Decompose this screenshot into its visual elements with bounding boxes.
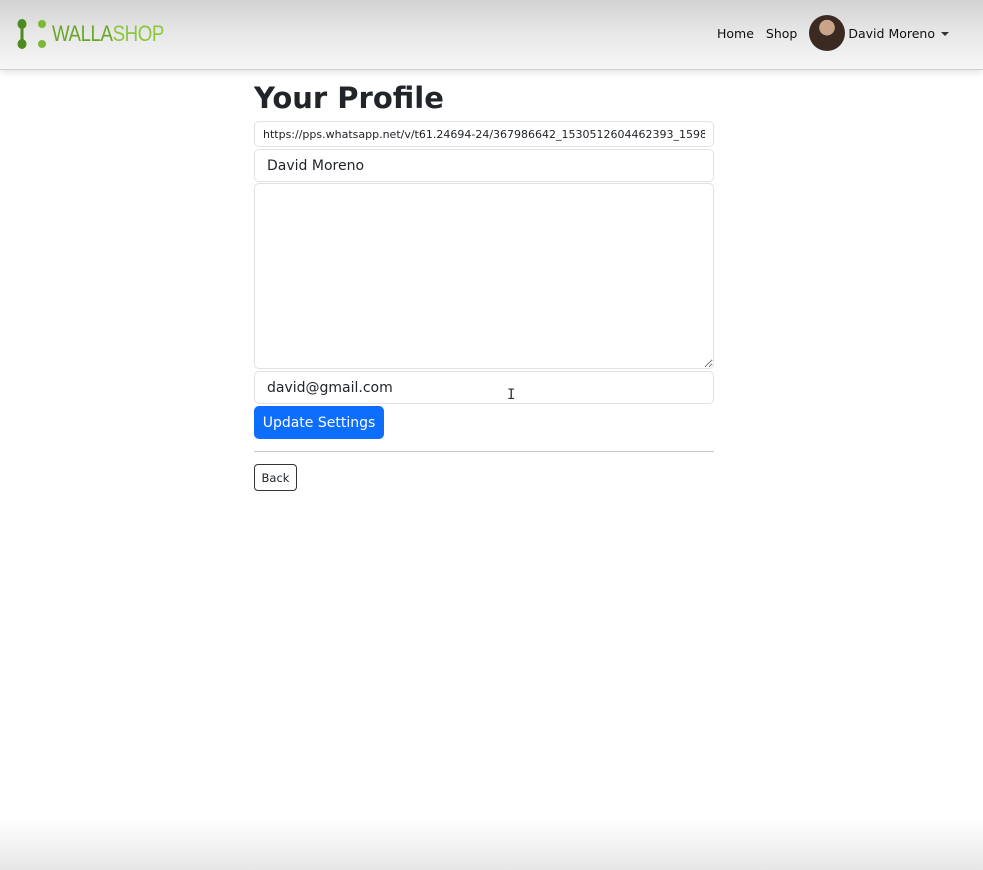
nav-link-shop[interactable]: Shop [766, 26, 797, 41]
user-avatar[interactable] [809, 15, 846, 51]
nav-link-home[interactable]: Home [717, 26, 754, 41]
name-input[interactable] [254, 149, 714, 182]
wallashop-logo-icon [17, 19, 46, 49]
brand-logo[interactable]: WALLASHOP [14, 16, 184, 52]
back-button[interactable]: Back [254, 464, 297, 491]
caret-down-icon [941, 32, 949, 36]
page-title: Your Profile [254, 81, 444, 115]
brand-name-part2: SHOP [112, 21, 165, 46]
user-menu-toggle[interactable]: David Moreno [848, 26, 949, 41]
profile-image-url-input[interactable] [254, 121, 714, 147]
profile-form-container: Your Profile Update Settings Back [254, 80, 714, 491]
email-input[interactable] [254, 371, 714, 404]
brand-name: WALLASHOP [52, 23, 164, 45]
user-name: David Moreno [848, 25, 935, 41]
bottom-fade [0, 820, 983, 870]
nav-links: Home Shop David Moreno [717, 13, 949, 53]
divider [254, 451, 714, 452]
bio-textarea[interactable] [254, 183, 714, 369]
brand-name-part1: WALLA [52, 21, 113, 46]
top-navbar: WALLASHOP Home Shop David Moreno [0, 0, 983, 70]
update-settings-button[interactable]: Update Settings [254, 406, 384, 439]
